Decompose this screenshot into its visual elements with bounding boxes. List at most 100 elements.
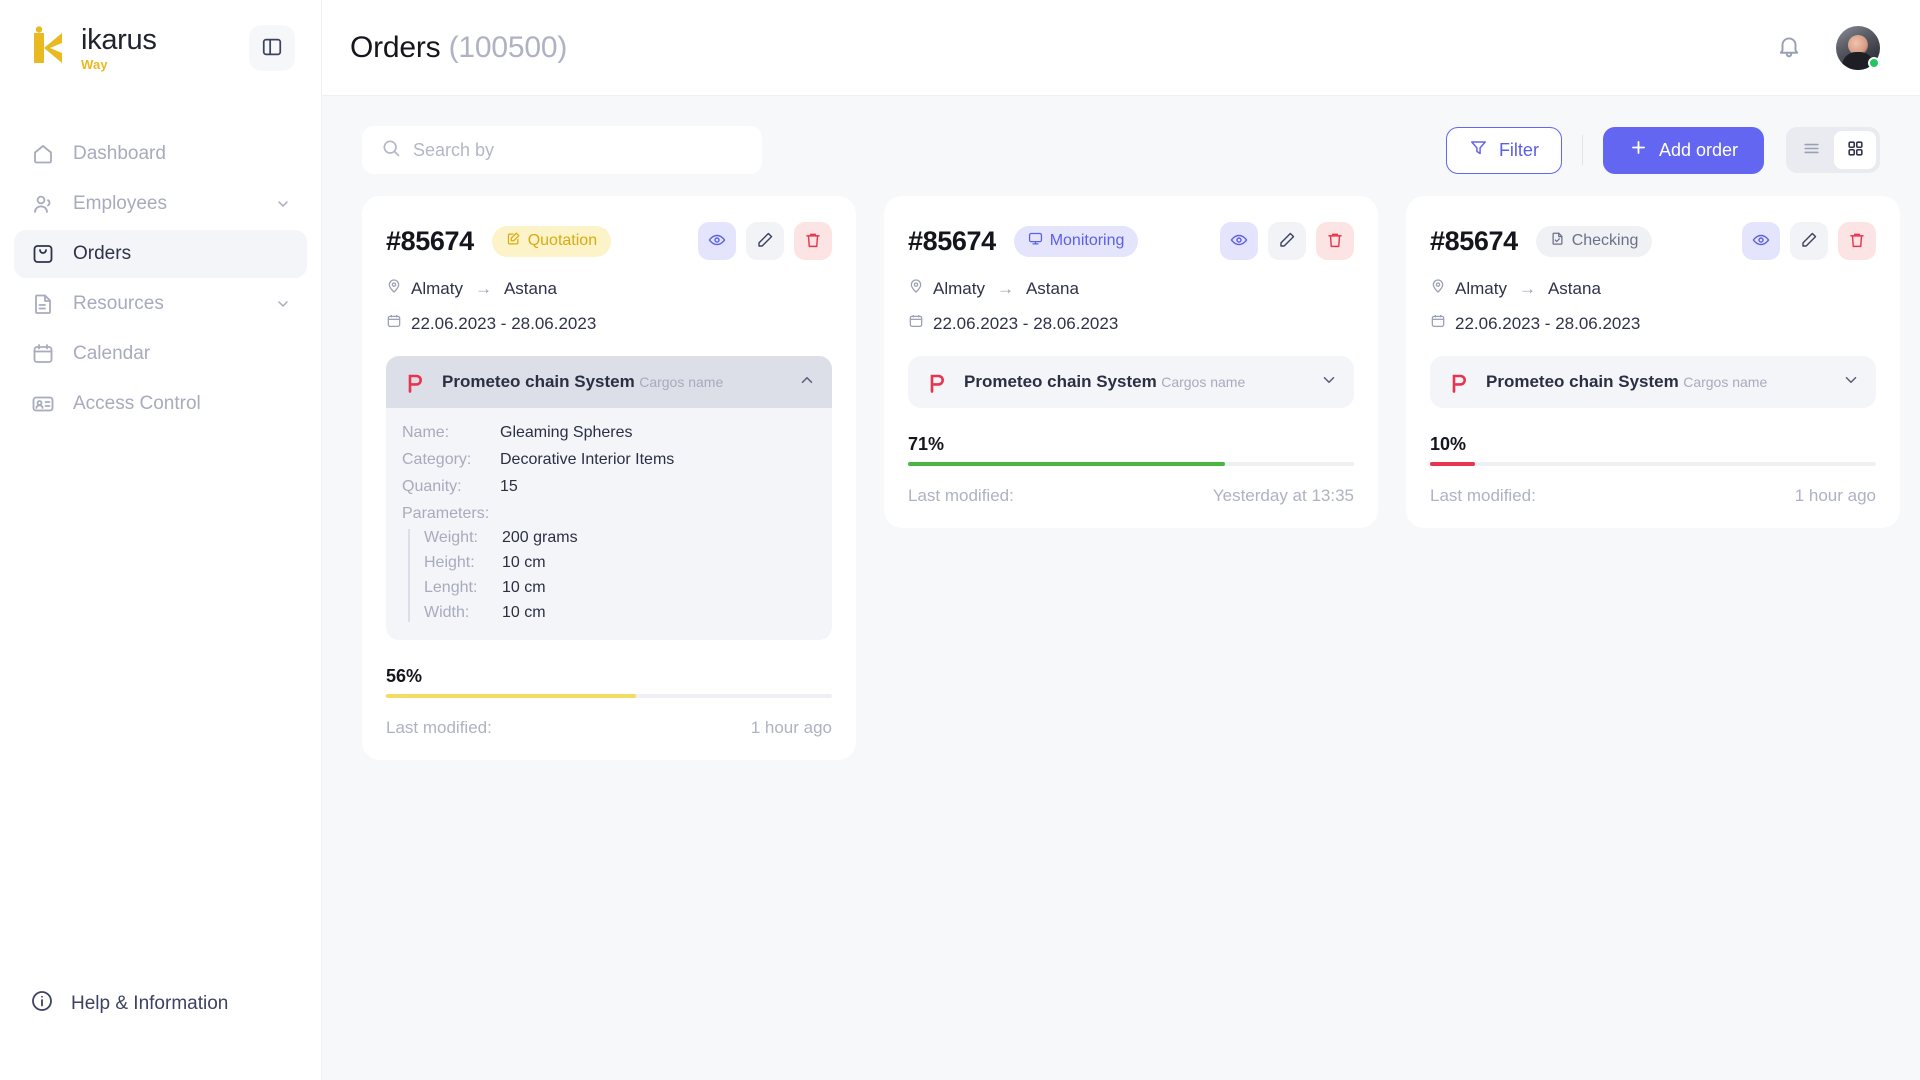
route-from: Almaty xyxy=(411,279,463,299)
detail-row: Weight: 200 grams xyxy=(424,529,816,547)
grid-icon xyxy=(1846,139,1865,161)
filter-button[interactable]: Filter xyxy=(1446,127,1562,174)
trash-icon xyxy=(1326,231,1344,252)
sidebar-item-access-control[interactable]: Access Control xyxy=(14,380,307,428)
detail-key: Width: xyxy=(424,604,502,622)
delete-order-button[interactable] xyxy=(794,222,832,260)
view-order-button[interactable] xyxy=(698,222,736,260)
detail-value: Decorative Interior Items xyxy=(500,451,674,469)
order-route: Almaty → Astana xyxy=(908,278,1354,299)
delete-order-button[interactable] xyxy=(1316,222,1354,260)
view-toggle xyxy=(1786,127,1880,173)
chevron-down-icon xyxy=(1842,371,1860,394)
users-icon xyxy=(30,192,55,217)
grid-view-button[interactable] xyxy=(1834,131,1876,169)
order-card-footer: Last modified: 1 hour ago xyxy=(1430,486,1876,506)
edit-order-button[interactable] xyxy=(1268,222,1306,260)
map-pin-icon xyxy=(386,278,402,299)
cargo-accordion-toggle[interactable]: Prometeo chain System Cargos name xyxy=(1430,356,1876,408)
delete-order-button[interactable] xyxy=(1838,222,1876,260)
search-input[interactable] xyxy=(413,140,743,161)
status-label: Quotation xyxy=(528,232,597,250)
toolbar-actions: Filter Add order xyxy=(1446,127,1880,174)
funnel-icon xyxy=(1469,138,1488,162)
cargo-accordion-toggle[interactable]: Prometeo chain System Cargos name xyxy=(908,356,1354,408)
chevron-up-icon xyxy=(798,371,816,394)
eye-icon xyxy=(1230,231,1248,252)
calendar-icon xyxy=(30,342,55,367)
sidebar-collapse-button[interactable] xyxy=(249,25,295,71)
detail-value: 10 cm xyxy=(502,604,546,622)
order-card[interactable]: #85674 Checking xyxy=(1406,196,1900,528)
sidebar-item-resources[interactable]: Resources xyxy=(14,280,307,328)
pencil-icon xyxy=(1278,231,1296,252)
last-modified-time: 1 hour ago xyxy=(751,718,832,738)
map-pin-icon xyxy=(908,278,924,299)
order-card[interactable]: #85674 Quotation xyxy=(362,196,856,760)
top-bar: Orders (100500) xyxy=(322,0,1920,96)
arrow-right-icon: → xyxy=(1519,279,1536,299)
detail-row: Category: Decorative Interior Items xyxy=(402,451,816,469)
sidebar-item-dashboard[interactable]: Dashboard xyxy=(14,130,307,178)
cargo-accordion-toggle[interactable]: Prometeo chain System Cargos name xyxy=(386,356,832,408)
search-container[interactable] xyxy=(362,126,762,174)
help-label: Help & Information xyxy=(71,993,228,1015)
route-to: Astana xyxy=(504,279,557,299)
add-order-button[interactable]: Add order xyxy=(1603,127,1764,174)
edit-order-button[interactable] xyxy=(746,222,784,260)
cargo-accordion: Prometeo chain System Cargos name xyxy=(908,356,1354,408)
page-title: Orders (100500) xyxy=(350,31,567,65)
view-order-button[interactable] xyxy=(1220,222,1258,260)
detail-value: 10 cm xyxy=(502,554,546,572)
progress-value: 71% xyxy=(908,434,1354,455)
sidebar-item-label: Orders xyxy=(73,243,131,265)
date-range: 22.06.2023 - 28.06.2023 xyxy=(933,314,1118,334)
brand-logo[interactable]: ikarus Way xyxy=(28,26,157,71)
progress-fill xyxy=(1430,462,1475,466)
order-card-header: #85674 Quotation xyxy=(386,222,832,260)
orders-grid: #85674 Quotation xyxy=(362,196,1880,760)
date-range: 22.06.2023 - 28.06.2023 xyxy=(411,314,596,334)
sidebar-footer: Help & Information xyxy=(0,980,321,1080)
order-id: #85674 xyxy=(386,226,474,257)
progress-value: 56% xyxy=(386,666,832,687)
status-badge: Monitoring xyxy=(1014,226,1139,257)
file-check-icon xyxy=(1550,231,1565,251)
progress-track xyxy=(386,694,832,698)
edit-square-icon xyxy=(506,231,521,251)
toolbar-divider xyxy=(1582,135,1583,165)
route-from: Almaty xyxy=(1455,279,1507,299)
help-and-information-button[interactable]: Help & Information xyxy=(14,980,307,1028)
edit-order-button[interactable] xyxy=(1790,222,1828,260)
order-card[interactable]: #85674 Monitoring xyxy=(884,196,1378,528)
view-order-button[interactable] xyxy=(1742,222,1780,260)
order-card-actions xyxy=(1220,222,1354,260)
avatar[interactable] xyxy=(1836,26,1880,70)
progress-value: 10% xyxy=(1430,434,1876,455)
id-card-icon xyxy=(30,392,55,417)
last-modified-label: Last modified: xyxy=(386,718,492,738)
detail-key: Category: xyxy=(402,451,500,469)
detail-key: Name: xyxy=(402,424,500,442)
calendar-icon xyxy=(1430,313,1446,334)
cargo-name: Prometeo chain System xyxy=(964,372,1157,391)
notifications-button[interactable] xyxy=(1772,31,1806,65)
progress-fill xyxy=(908,462,1225,466)
list-view-button[interactable] xyxy=(1790,131,1832,169)
sidebar-item-employees[interactable]: Employees xyxy=(14,180,307,228)
last-modified-label: Last modified: xyxy=(908,486,1014,506)
sidebar-item-orders[interactable]: Orders xyxy=(14,230,307,278)
status-label: Checking xyxy=(1572,232,1639,250)
sidebar-item-calendar[interactable]: Calendar xyxy=(14,330,307,378)
trash-icon xyxy=(1848,231,1866,252)
detail-key: Height: xyxy=(424,554,502,572)
brand-subtitle: Way xyxy=(81,58,157,71)
toolbar: Filter Add order xyxy=(362,96,1880,196)
prometeo-logo-icon xyxy=(402,369,428,395)
page-title-text: Orders xyxy=(350,31,441,64)
sidebar-item-label: Resources xyxy=(73,293,164,315)
detail-row: Height: 10 cm xyxy=(424,554,816,572)
order-card-header: #85674 Checking xyxy=(1430,222,1876,260)
detail-value: Gleaming Spheres xyxy=(500,424,633,442)
filter-label: Filter xyxy=(1499,140,1539,161)
